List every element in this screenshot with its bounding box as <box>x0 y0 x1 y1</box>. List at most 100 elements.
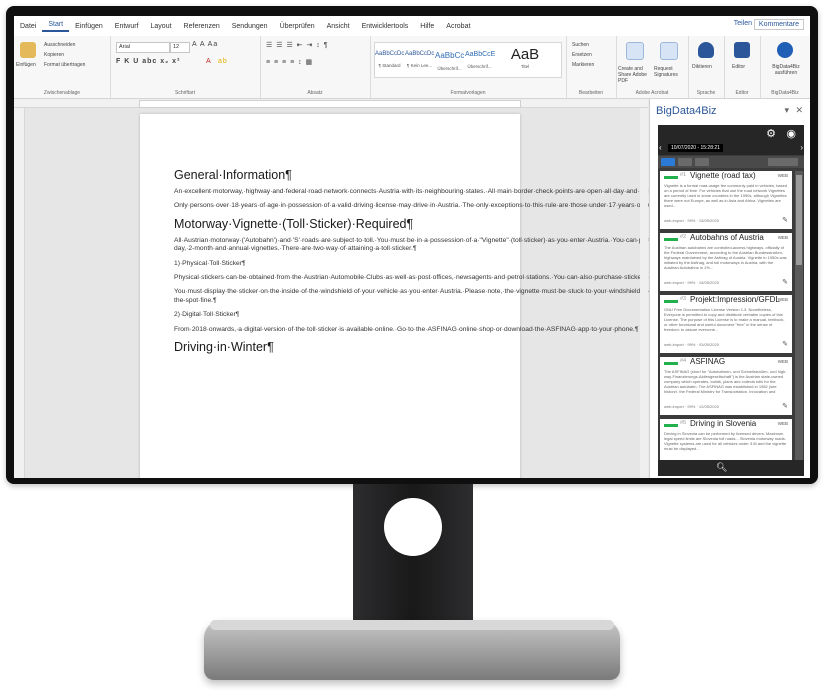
document-content[interactable]: General·Information¶ An·excellent·motorwa… <box>174 168 810 360</box>
font-name-select[interactable]: Arial <box>116 42 170 53</box>
result-title[interactable]: Vignette (road tax) <box>690 171 756 180</box>
filter-web-icon[interactable] <box>678 158 692 166</box>
filter-home-icon[interactable] <box>661 158 675 166</box>
tab-help[interactable]: Hilfe <box>414 23 440 30</box>
result-title[interactable]: Driving in Slovenia <box>690 419 756 428</box>
vertical-ruler[interactable] <box>14 108 25 478</box>
font-color-button[interactable]: A <box>206 58 212 65</box>
edit-icon[interactable]: ✎ <box>782 340 788 348</box>
document-heading[interactable]: General·Information¶ <box>174 168 484 182</box>
paste-button[interactable]: Einfügen <box>16 62 36 68</box>
comments-button[interactable]: Kommentare <box>753 19 804 30</box>
document-paragraph[interactable]: You·must·display·the·sticker·on·the·insi… <box>174 288 810 305</box>
document-paragraph[interactable]: Only·persons·over·18·years·of·age·in·pos… <box>174 202 810 210</box>
gear-icon[interactable]: ⚙ <box>766 127 776 140</box>
tab-design[interactable]: Entwurf <box>109 23 145 30</box>
tab-insert[interactable]: Einfügen <box>69 23 109 30</box>
chevron-right-icon[interactable]: › <box>800 143 803 152</box>
search-icon[interactable]: 🔍︎ <box>716 462 727 473</box>
ribbon-tabs: Datei Start Einfügen Entwurf Layout Refe… <box>14 16 810 36</box>
find-button[interactable]: Suchen <box>572 42 589 48</box>
paste-icon[interactable] <box>20 42 36 58</box>
style-standard[interactable]: AaBbCcDc ¶ Standard <box>375 43 404 77</box>
pane-content: ⚙ ◉ ‹ 10/07/2020 - 15:28:21 › #1 Vignette… <box>658 125 804 477</box>
create-pdf-icon[interactable] <box>626 42 644 60</box>
font-size-buttons[interactable]: A A Aa <box>192 41 218 48</box>
user-icon[interactable]: ◉ <box>786 127 796 140</box>
close-icon[interactable]: ✕ <box>795 105 803 116</box>
document-heading[interactable]: Driving·in·Winter¶ <box>174 340 484 354</box>
share-button[interactable]: Teilen <box>734 20 752 27</box>
chevron-down-icon[interactable]: ▾ <box>784 105 789 116</box>
document-paragraph[interactable]: An·excellent·motorway,·highway·and·feder… <box>174 188 810 196</box>
font-size-select[interactable]: 12 <box>170 42 190 53</box>
document-paragraph[interactable]: 1)·Physical·Toll·Sticker¶ <box>174 260 484 268</box>
tab-view[interactable]: Ansicht <box>321 23 356 30</box>
edit-icon[interactable]: ✎ <box>782 402 788 410</box>
document-heading[interactable]: Motorway·Vignette·(Toll·Sticker)·Require… <box>174 217 484 231</box>
editor-button[interactable]: Editor <box>732 64 745 70</box>
stand-cable-hole <box>384 498 442 556</box>
tab-review[interactable]: Überprüfen <box>274 23 321 30</box>
bigdata-icon[interactable] <box>777 42 793 58</box>
tab-start[interactable]: Start <box>42 21 70 32</box>
edit-icon[interactable]: ✎ <box>782 216 788 224</box>
document-paragraph[interactable]: 2)·Digital·Toll·Sticker¶ <box>174 311 484 319</box>
tab-references[interactable]: Referenzen <box>178 23 226 30</box>
request-signatures-button[interactable]: Request Signatures <box>654 66 688 78</box>
dictate-button[interactable]: Diktieren <box>692 64 712 70</box>
result-number: #1 <box>680 172 687 178</box>
create-pdf-button[interactable]: Create and Share Adobe PDF <box>618 66 652 84</box>
tab-developer[interactable]: Entwicklertools <box>356 23 415 30</box>
copy-button[interactable]: Kopieren <box>44 52 64 58</box>
tab-mailings[interactable]: Sendungen <box>226 23 274 30</box>
bigdata-run-button[interactable]: BigData4Biz ausführen <box>764 64 808 76</box>
result-card[interactable]: #2 Autobahns of Austria WEB The Austrian au… <box>660 233 792 291</box>
document-paragraph[interactable]: From·2018·onwards,·a·digital·version·of·… <box>174 326 638 334</box>
format-painter-button[interactable]: Format übertragen <box>44 62 85 68</box>
tab-acrobat[interactable]: Acrobat <box>440 23 476 30</box>
result-card[interactable]: #1 Vignette (road tax) WEB Vignette is a fo… <box>660 171 792 229</box>
highlight-button[interactable]: ab <box>218 58 228 65</box>
result-title[interactable]: Autobahns of Austria <box>690 233 764 242</box>
result-number: #3 <box>680 296 687 302</box>
result-title[interactable]: Projekt:Impression/GFDL <box>690 295 780 304</box>
acrobat-label: Adobe Acrobat <box>635 90 669 96</box>
request-signatures-icon[interactable] <box>660 42 678 60</box>
format-buttons[interactable]: F K U abc x₂ x² <box>116 58 180 65</box>
style-no-spacing[interactable]: AaBbCcDc ¶ Kein Lee... <box>405 43 434 77</box>
select-button[interactable]: Markieren <box>572 62 594 68</box>
align-buttons[interactable]: ≡ ≡ ≡ ≡ ↕ ▦ <box>266 58 313 66</box>
result-number: #4 <box>680 358 687 364</box>
editor-icon[interactable] <box>734 42 750 58</box>
document-scrollbar[interactable] <box>640 108 648 478</box>
edit-icon[interactable]: ✎ <box>782 278 788 286</box>
source-badge: WEB <box>777 359 788 364</box>
result-card[interactable]: #4 ASFINAG WEB The ASFINAG (short for "Auto… <box>660 357 792 415</box>
relevance-bar <box>664 300 678 303</box>
result-meta: web-import · 99% · 15/05/2020 <box>664 280 719 285</box>
horizontal-ruler[interactable] <box>14 99 648 108</box>
filter-doc-icon[interactable] <box>695 158 709 166</box>
replace-button[interactable]: Ersetzen <box>572 52 592 58</box>
relevance-bar <box>664 238 678 241</box>
tab-file[interactable]: Datei <box>14 23 42 30</box>
result-title[interactable]: ASFINAG <box>690 357 725 366</box>
pane-scrollbar[interactable] <box>795 171 803 461</box>
document-page[interactable]: General·Information¶ An·excellent·motorwa… <box>140 114 810 478</box>
source-badge: WEB <box>777 173 788 178</box>
style-heading2[interactable]: AaBbCcE Überschrif... <box>465 43 495 77</box>
list-buttons[interactable]: ☰ ☰ ☰ ⇤ ⇥ ↕ ¶ <box>266 41 329 49</box>
microphone-icon[interactable] <box>698 42 714 58</box>
filter-bar <box>658 156 804 168</box>
tab-layout[interactable]: Layout <box>145 23 178 30</box>
document-paragraph[interactable]: All·Austrian·motorway·('Autobahn')·and·'… <box>174 237 678 254</box>
chevron-left-icon[interactable]: ‹ <box>659 143 662 152</box>
filter-sort-icon[interactable] <box>768 158 798 166</box>
result-card[interactable]: #3 Projekt:Impression/GFDL WEB GNU Free Doc… <box>660 295 792 353</box>
style-heading1[interactable]: AaBbCc Überschrif... <box>435 43 464 77</box>
cut-button[interactable]: Ausschneiden <box>44 42 75 48</box>
style-title[interactable]: AaB Titel <box>499 43 551 77</box>
ribbon: Einfügen Ausschneiden Kopieren Format üb… <box>14 36 810 99</box>
document-paragraph[interactable]: Physical·stickers·can·be·obtained·from·t… <box>174 274 810 282</box>
